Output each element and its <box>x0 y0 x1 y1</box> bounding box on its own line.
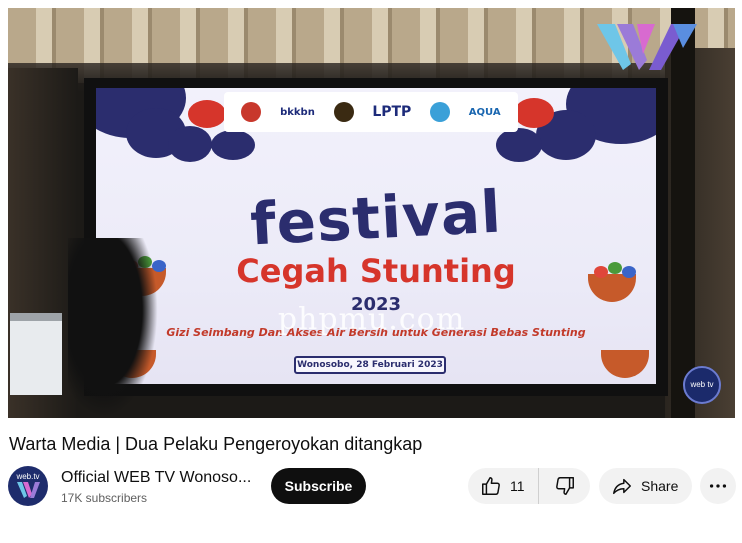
sponsor-logo-bar: bkkbn LPTP AQUA <box>224 92 518 132</box>
subscribe-button[interactable]: Subscribe <box>271 468 366 504</box>
cloud-decoration <box>168 126 212 162</box>
sponsor-logo: bkkbn <box>280 106 315 118</box>
cloud-decoration <box>514 98 554 128</box>
sponsor-logo: AQUA <box>468 106 501 118</box>
banner-date: Wonosobo, 28 Februari 2023 <box>294 356 446 374</box>
video-title: Warta Media | Dua Pelaku Pengeroyokan di… <box>9 434 423 454</box>
like-count: 11 <box>510 478 525 494</box>
channel-watermark-logo <box>597 24 697 70</box>
channel-name[interactable]: Official WEB TV Wonoso... <box>61 469 256 487</box>
regency-emblem-icon <box>241 102 262 122</box>
thumbs-down-icon <box>555 477 574 495</box>
avatar-logo-icon <box>17 482 40 498</box>
fruit-illustration <box>594 266 608 278</box>
cloud-decoration <box>188 100 226 128</box>
cloud-decoration <box>211 130 255 160</box>
fruit-illustration <box>608 262 622 274</box>
seal-icon <box>333 102 354 122</box>
fruit-basket-illustration <box>601 350 649 378</box>
video-player[interactable]: bkkbn LPTP AQUA festival Cegah Stunting … <box>8 8 735 418</box>
channel-round-logo: web tv <box>683 366 721 404</box>
share-arrow-icon <box>613 478 631 495</box>
more-dots-icon <box>709 484 727 488</box>
site-watermark: phpmu.com <box>277 302 466 337</box>
banner-subheading: Cegah Stunting <box>236 252 516 290</box>
subscriber-count: 17K subscribers <box>61 491 148 505</box>
share-button[interactable]: Share <box>599 468 692 504</box>
more-actions-button[interactable] <box>700 468 736 504</box>
channel-avatar[interactable]: web.tv <box>8 466 48 506</box>
thumbs-up-icon <box>482 477 500 495</box>
fruit-illustration <box>622 266 636 278</box>
led-screen: bkkbn LPTP AQUA festival Cegah Stunting … <box>96 88 656 384</box>
cloud-decoration <box>496 128 542 162</box>
like-button[interactable]: 11 <box>468 468 539 504</box>
dislike-button[interactable] <box>539 468 590 504</box>
share-label: Share <box>641 478 679 494</box>
like-dislike-group: 11 <box>468 468 590 504</box>
water-drop-icon <box>430 102 451 122</box>
sponsor-logo: LPTP <box>372 104 412 120</box>
